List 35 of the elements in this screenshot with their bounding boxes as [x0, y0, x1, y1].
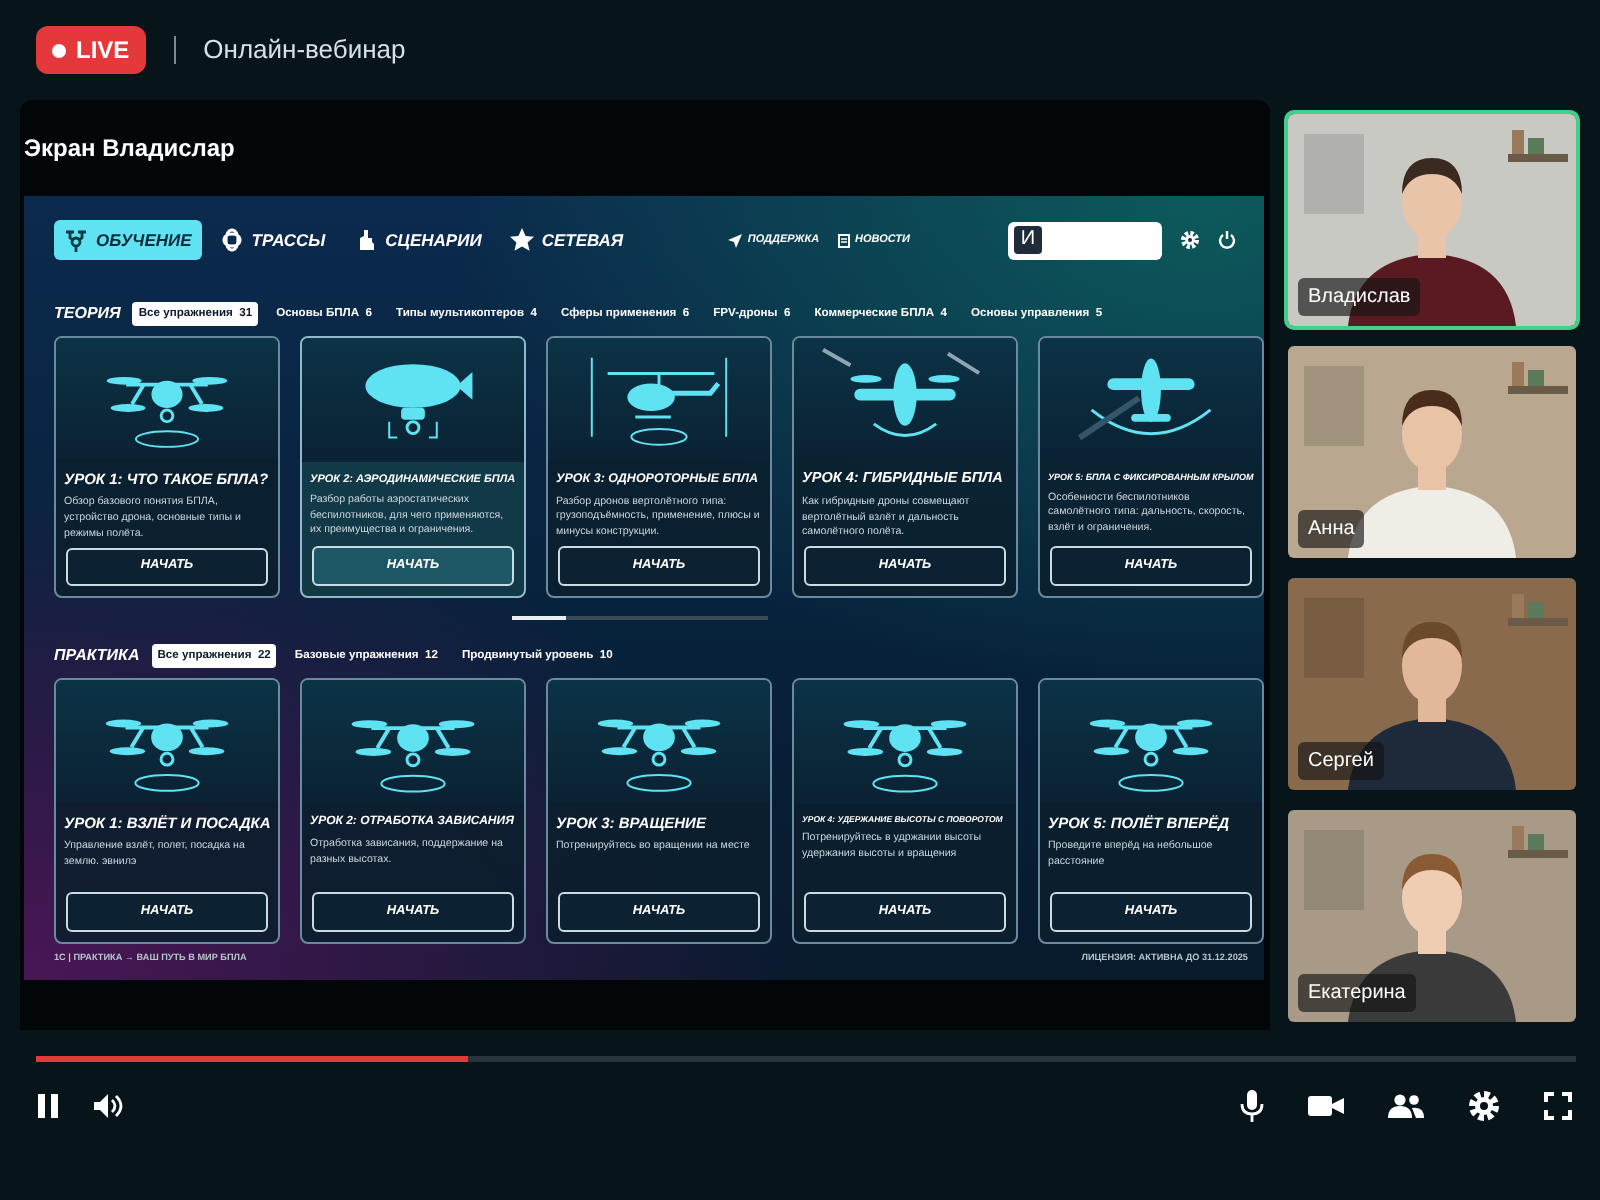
microphone-icon[interactable] — [1240, 1090, 1264, 1122]
power-icon[interactable] — [1218, 230, 1236, 250]
nav-tab[interactable]: ОБУЧЕНИЕ — [54, 219, 202, 261]
scrollbar[interactable] — [511, 616, 767, 620]
video-tile[interactable]: Сергей — [1284, 574, 1580, 794]
settings-icon[interactable] — [1468, 1090, 1500, 1122]
participant-name: Екатерина — [1298, 974, 1416, 1012]
participant-name: Сергей — [1298, 742, 1384, 780]
pause-icon[interactable] — [36, 1092, 60, 1120]
avatar: И — [1014, 226, 1042, 254]
participant-name: Владислав — [1298, 278, 1421, 316]
participant-name: Анна — [1298, 510, 1365, 548]
drone-icon — [64, 228, 88, 252]
settings-icon[interactable] — [1180, 230, 1200, 250]
section-title: ПРАКТИКА — [54, 644, 140, 668]
video-tile[interactable]: Екатерина — [1284, 806, 1580, 1026]
video-tile[interactable]: Анна — [1284, 342, 1580, 562]
screen-share-title: Экран Владислар — [22, 132, 237, 166]
volume-icon[interactable] — [92, 1092, 124, 1120]
nav-tab[interactable]: ТРАССЫ — [209, 219, 336, 261]
nav-tab[interactable]: СЕТЕВАЯ — [499, 219, 634, 261]
document-icon — [837, 233, 850, 247]
camera-icon[interactable] — [1308, 1094, 1344, 1118]
fullscreen-icon[interactable] — [1544, 1092, 1572, 1120]
send-icon — [727, 233, 742, 247]
webinar-title: Онлайн-вебинар — [203, 32, 406, 69]
star-icon — [509, 228, 534, 252]
progress-track[interactable] — [36, 1056, 1576, 1062]
nav-tab[interactable]: СЦЕНАРИИ — [343, 219, 492, 261]
loop-icon — [219, 228, 244, 252]
section-title: ТЕОРИЯ — [54, 302, 121, 326]
video-tile[interactable]: Владислав — [1284, 110, 1580, 330]
people-icon[interactable] — [1388, 1094, 1424, 1118]
user-field[interactable]: И — [1008, 221, 1162, 259]
live-badge: LIVE — [36, 26, 146, 74]
